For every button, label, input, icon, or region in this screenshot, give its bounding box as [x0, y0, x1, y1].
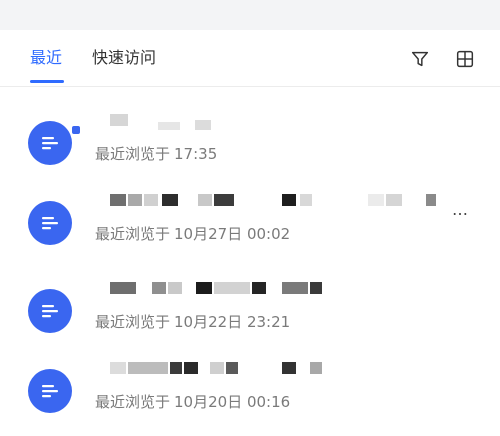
- document-icon: [28, 121, 72, 165]
- list-item[interactable]: 最近浏览于 10月22日 23:21: [0, 276, 500, 356]
- status-strip: [0, 0, 500, 30]
- blurred-title: [110, 362, 450, 380]
- last-viewed: 最近浏览于 17:35: [95, 145, 218, 163]
- icon-notch: [72, 126, 80, 134]
- last-viewed: 最近浏览于 10月27日 00:02: [95, 225, 291, 243]
- tab-quick-access[interactable]: 快速访问: [92, 48, 156, 68]
- filter-icon[interactable]: [409, 48, 431, 70]
- blurred-title: [110, 194, 450, 212]
- list-item[interactable]: 最近浏览于 10月20日 00:16: [0, 356, 500, 436]
- blurred-title: [110, 114, 450, 132]
- document-icon: [28, 201, 72, 245]
- grid-view-icon[interactable]: [454, 48, 476, 70]
- tab-recent[interactable]: 最近: [30, 48, 62, 68]
- document-icon: [28, 369, 72, 413]
- list-item[interactable]: 最近浏览于 17:35: [0, 108, 500, 188]
- tab-active-indicator: [30, 80, 64, 83]
- tab-bar: 最近 快速访问: [0, 30, 500, 87]
- last-viewed: 最近浏览于 10月20日 00:16: [95, 393, 291, 411]
- blurred-title: [110, 282, 450, 300]
- document-icon: [28, 289, 72, 333]
- list-item[interactable]: … 最近浏览于 10月27日 00:02: [0, 188, 500, 268]
- last-viewed: 最近浏览于 10月22日 23:21: [95, 313, 291, 331]
- more-options-icon[interactable]: …: [452, 200, 469, 219]
